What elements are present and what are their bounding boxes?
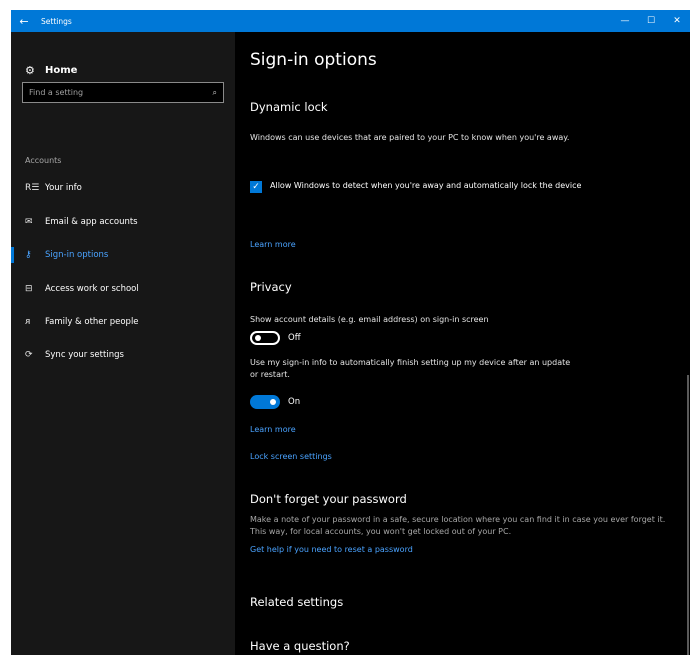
home-nav-item[interactable]: ⚙ Home	[25, 64, 77, 77]
account-details-state: Off	[288, 333, 301, 343]
sidebar-item-label: Family & other people	[45, 317, 139, 327]
account-details-label: Show account details (e.g. email address…	[250, 315, 489, 324]
maximize-button[interactable]: ☐	[638, 10, 664, 32]
dynamic-lock-checkbox-row[interactable]: ✓ Allow Windows to detect when you're aw…	[250, 180, 610, 193]
account-details-toggle-row[interactable]: Off	[250, 331, 301, 345]
dynamic-lock-heading: Dynamic lock	[250, 100, 328, 114]
signin-info-toggle-row[interactable]: On	[250, 395, 300, 409]
search-icon[interactable]: ⌕	[213, 88, 217, 98]
active-indicator	[11, 247, 14, 263]
page-title: Sign-in options	[250, 50, 377, 70]
people-icon: ᴙ	[25, 317, 31, 327]
sidebar: ⚙ Home ⌕ Accounts R☰ Your info ✉ Email &…	[11, 32, 235, 655]
settings-window: ← Settings — ☐ ✕ ⚙ Home ⌕ Accounts R☰ Yo…	[11, 10, 690, 655]
window-title: Settings	[41, 16, 72, 26]
privacy-heading: Privacy	[250, 280, 292, 294]
reset-password-help-link[interactable]: Get help if you need to reset a password	[250, 545, 413, 554]
sidebar-item-family[interactable]: ᴙ Family & other people	[11, 310, 235, 334]
search-box[interactable]: ⌕	[22, 82, 224, 103]
title-bar: ← Settings — ☐ ✕	[11, 10, 690, 32]
sidebar-item-sign-in-options[interactable]: ⚷ Sign-in options	[11, 243, 235, 267]
sidebar-item-work-school[interactable]: ⊟ Access work or school	[11, 277, 235, 301]
learn-more-link-dynamic-lock[interactable]: Learn more	[250, 240, 296, 249]
account-details-toggle[interactable]	[250, 331, 280, 345]
password-heading: Don't forget your password	[250, 492, 407, 506]
checkbox-checked-icon[interactable]: ✓	[250, 181, 262, 193]
sidebar-item-label: Sign-in options	[45, 250, 109, 260]
sidebar-item-label: Access work or school	[45, 284, 139, 294]
dynamic-lock-description: Windows can use devices that are paired …	[250, 133, 570, 142]
close-button[interactable]: ✕	[664, 10, 690, 32]
briefcase-icon: ⊟	[25, 284, 33, 294]
mail-icon: ✉	[25, 217, 33, 227]
search-input[interactable]	[29, 88, 213, 97]
have-a-question-heading: Have a question?	[250, 639, 350, 653]
person-card-icon: R☰	[25, 183, 40, 193]
related-settings-heading: Related settings	[250, 595, 344, 609]
sidebar-item-label: Email & app accounts	[45, 217, 138, 227]
sidebar-item-label: Sync your settings	[45, 350, 124, 360]
signin-info-state: On	[288, 397, 301, 407]
minimize-button[interactable]: —	[612, 10, 638, 32]
lock-screen-settings-link[interactable]: Lock screen settings	[250, 452, 332, 461]
sidebar-item-email[interactable]: ✉ Email & app accounts	[11, 210, 235, 234]
signin-info-toggle[interactable]	[250, 395, 280, 409]
learn-more-link-privacy[interactable]: Learn more	[250, 425, 296, 434]
main-content: Sign-in options Dynamic lock Windows can…	[235, 32, 690, 655]
password-description: Make a note of your password in a safe, …	[250, 515, 666, 536]
sidebar-item-sync[interactable]: ⟳ Sync your settings	[11, 343, 235, 367]
sync-icon: ⟳	[25, 350, 33, 360]
home-label: Home	[45, 65, 78, 76]
key-icon: ⚷	[25, 250, 32, 260]
gear-icon: ⚙	[25, 64, 35, 77]
sidebar-item-your-info[interactable]: R☰ Your info	[11, 176, 235, 200]
back-button[interactable]: ←	[11, 10, 37, 32]
scrollbar[interactable]	[687, 375, 689, 655]
group-label-accounts: Accounts	[25, 156, 62, 165]
signin-info-label: Use my sign-in info to automatically fin…	[250, 358, 571, 379]
sidebar-item-label: Your info	[45, 183, 82, 193]
dynamic-lock-checkbox-label: Allow Windows to detect when you're away…	[270, 181, 582, 190]
